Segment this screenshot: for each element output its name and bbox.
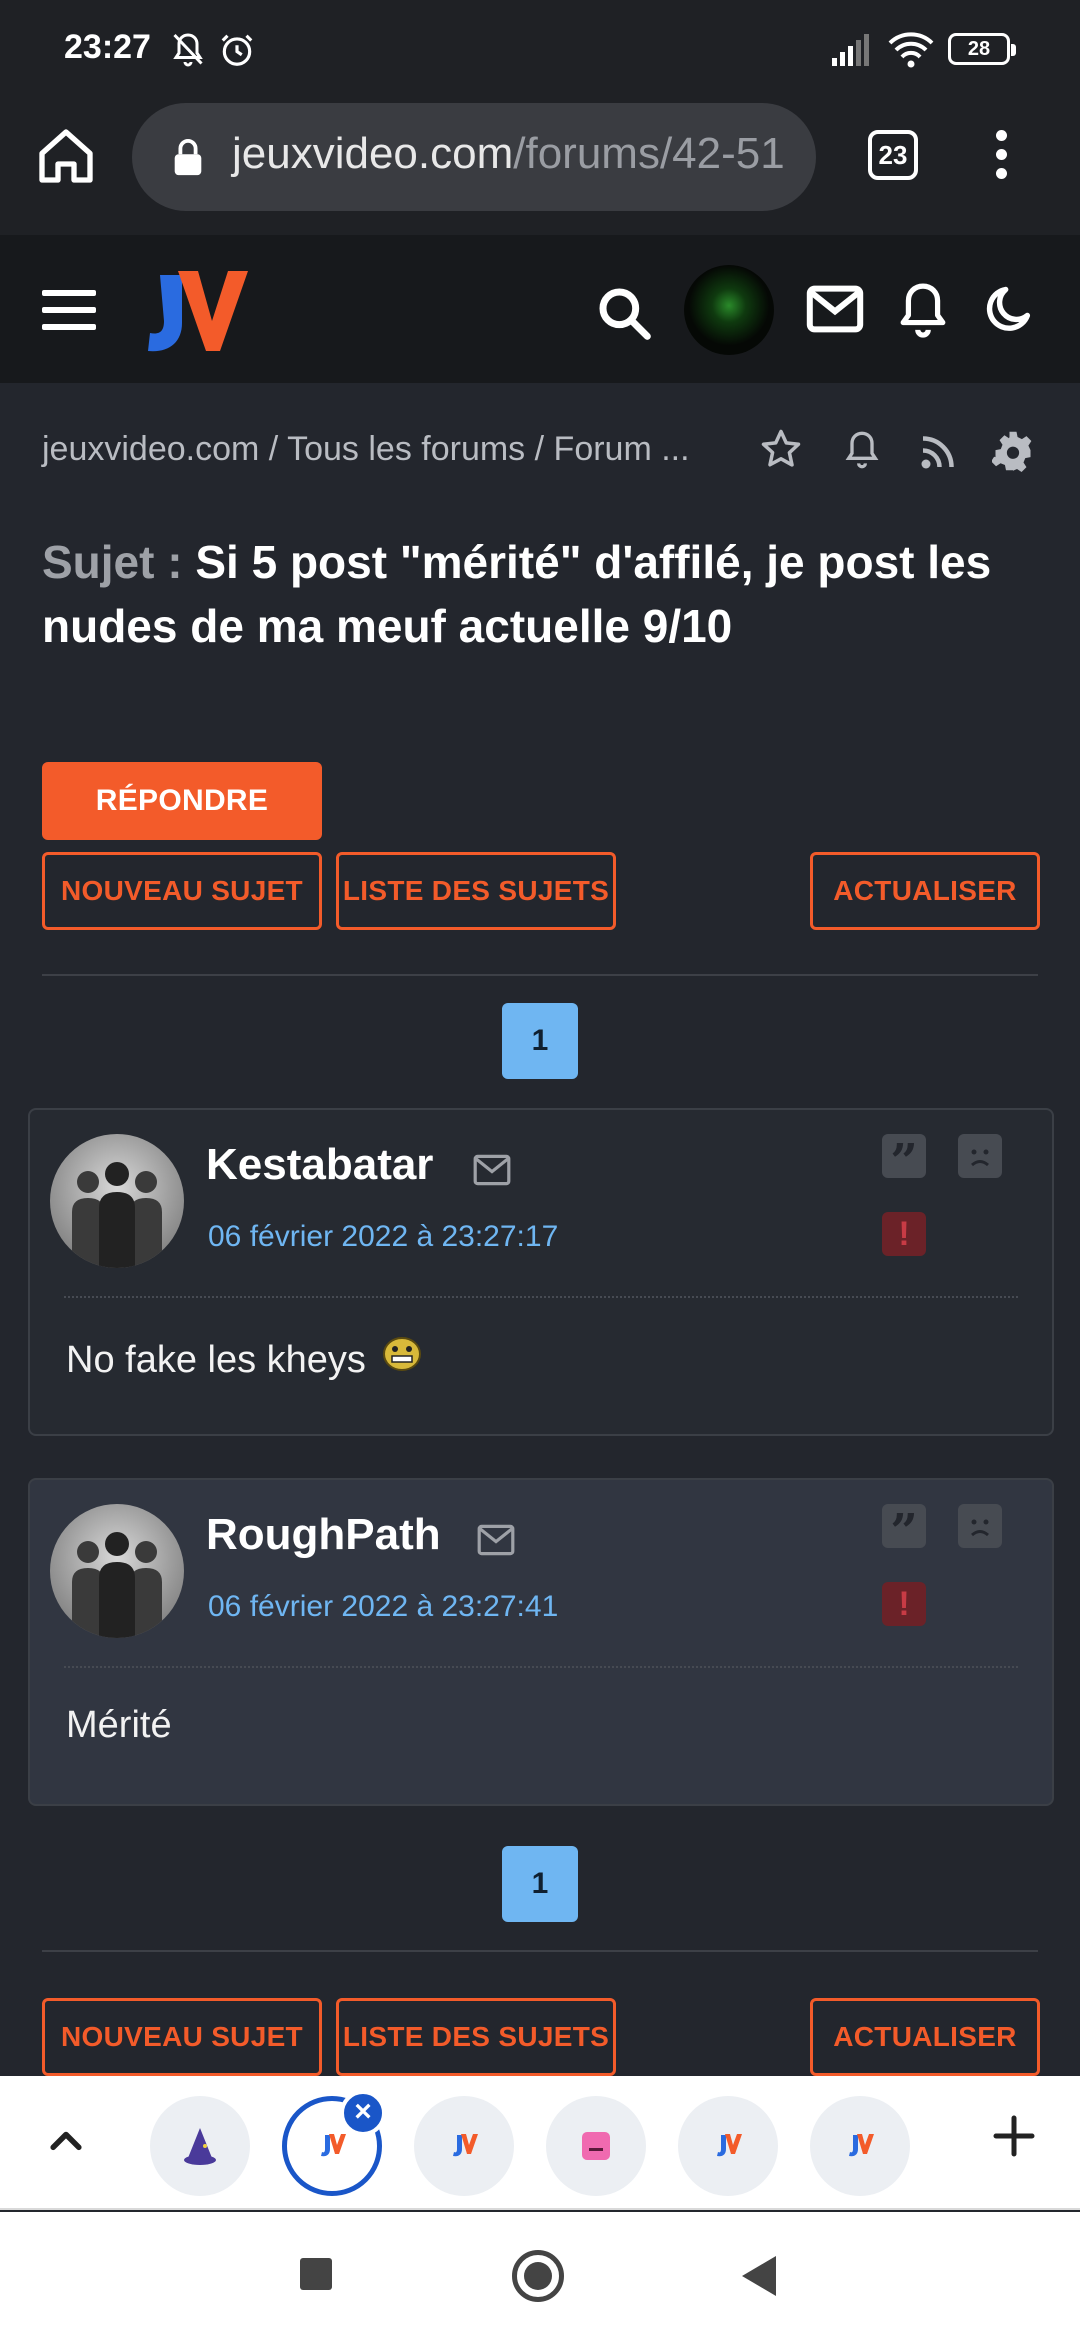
url-path: /forums/42-51 xyxy=(513,129,785,178)
status-time: 23:27 xyxy=(64,28,151,66)
post-separator xyxy=(64,1666,1018,1668)
post-separator xyxy=(64,1296,1018,1298)
post-body: Mérité xyxy=(66,1704,172,1747)
search-icon[interactable] xyxy=(596,285,652,341)
wifi-icon xyxy=(888,32,934,68)
tab-pink[interactable] xyxy=(546,2096,646,2196)
tab-jv[interactable] xyxy=(678,2096,778,2196)
new-tab-plus-icon[interactable] xyxy=(990,2112,1038,2160)
chevron-up-icon[interactable] xyxy=(44,2118,88,2162)
notifications-bell-icon[interactable] xyxy=(898,279,948,339)
breadcrumb-forum[interactable]: Forum ... xyxy=(554,430,690,468)
post-body: No fake les kheys xyxy=(66,1334,422,1382)
post-author[interactable]: Kestabatar xyxy=(206,1140,433,1190)
tab-jv[interactable] xyxy=(810,2096,910,2196)
tab-switcher-button[interactable]: 23 xyxy=(868,130,918,180)
back-button[interactable] xyxy=(742,2256,776,2296)
tab-wizard[interactable] xyxy=(150,2096,250,2196)
jv-logo[interactable] xyxy=(130,265,250,355)
silhouettes-image xyxy=(72,1162,162,1268)
report-icon[interactable]: ! xyxy=(882,1212,926,1256)
page-number-button[interactable]: 1 xyxy=(502,1846,578,1922)
jv-favicon-icon xyxy=(717,2134,742,2157)
post-avatar[interactable] xyxy=(50,1504,184,1638)
pink-favicon-icon xyxy=(582,2132,610,2160)
new-topic-button[interactable]: NOUVEAU SUJET xyxy=(42,1998,322,2076)
status-bar: 23:27 28 xyxy=(0,0,1080,100)
silhouettes-image xyxy=(72,1532,162,1638)
sad-face-icon[interactable] xyxy=(958,1504,1002,1548)
divider xyxy=(42,974,1038,976)
recent-apps-button[interactable] xyxy=(300,2258,332,2290)
breadcrumb-sep: / xyxy=(534,430,545,468)
post-date[interactable]: 06 février 2022 à 23:27:17 xyxy=(208,1220,558,1254)
hamburger-menu-icon[interactable] xyxy=(42,290,96,330)
refresh-button[interactable]: ACTUALISER xyxy=(810,1998,1040,2076)
site-header xyxy=(0,235,1080,383)
alarm-icon xyxy=(221,34,253,66)
new-topic-button[interactable]: NOUVEAU SUJET xyxy=(42,852,322,930)
smiley-sticker-icon xyxy=(383,1337,422,1371)
divider xyxy=(42,1950,1038,1952)
more-menu-icon[interactable] xyxy=(988,130,1014,182)
topic-list-button[interactable]: LISTE DES SUJETS xyxy=(336,852,616,930)
breadcrumb: jeuxvideo.com / Tous les forums / Forum … xyxy=(42,430,690,469)
lock-icon xyxy=(174,139,202,176)
jv-favicon-icon xyxy=(453,2134,478,2157)
user-avatar[interactable] xyxy=(684,265,774,355)
system-navigation-bar xyxy=(0,2212,1080,2340)
private-message-icon[interactable] xyxy=(472,1154,512,1186)
topic-list-button[interactable]: LISTE DES SUJETS xyxy=(336,1998,616,2076)
home-icon[interactable] xyxy=(34,124,98,188)
close-tab-icon[interactable]: × xyxy=(340,2090,386,2136)
bell-icon[interactable] xyxy=(842,428,882,472)
star-icon[interactable] xyxy=(760,428,802,470)
page-number-button[interactable]: 1 xyxy=(502,1003,578,1079)
post-date[interactable]: 06 février 2022 à 23:27:41 xyxy=(208,1590,558,1624)
wizard-favicon-icon xyxy=(184,2128,216,2165)
dark-mode-moon-icon[interactable] xyxy=(984,281,1036,337)
breadcrumb-home[interactable]: jeuxvideo.com xyxy=(42,430,259,468)
quote-icon[interactable]: ” xyxy=(882,1504,926,1560)
signal-icon xyxy=(832,34,869,66)
bell-off-icon xyxy=(173,33,203,67)
url-bar[interactable]: jeuxvideo.com/forums/42-51 xyxy=(132,103,816,211)
tab-strip: × xyxy=(0,2076,1080,2210)
topic-prefix: Sujet : xyxy=(42,536,183,588)
home-button[interactable] xyxy=(512,2250,564,2302)
post-text: No fake les kheys xyxy=(66,1339,366,1381)
refresh-button[interactable]: ACTUALISER xyxy=(810,852,1040,930)
gear-icon[interactable] xyxy=(992,430,1034,472)
url-text: jeuxvideo.com/forums/42-51 xyxy=(232,129,785,179)
breadcrumb-sep: / xyxy=(268,430,279,468)
post-author[interactable]: RoughPath xyxy=(206,1510,441,1560)
post-text: Mérité xyxy=(66,1704,172,1746)
breadcrumb-all-forums[interactable]: Tous les forums xyxy=(287,430,525,468)
forum-post: Kestabatar 06 février 2022 à 23:27:17 ” … xyxy=(28,1108,1054,1436)
reply-button[interactable]: RÉPONDRE xyxy=(42,762,322,840)
browser-toolbar: jeuxvideo.com/forums/42-51 23 xyxy=(0,100,1080,235)
post-avatar[interactable] xyxy=(50,1134,184,1268)
report-icon[interactable]: ! xyxy=(882,1582,926,1626)
jv-favicon-icon xyxy=(849,2134,874,2157)
battery-icon: 28 xyxy=(948,33,1016,65)
url-domain: jeuxvideo.com xyxy=(232,129,514,178)
topic-title: Sujet : Si 5 post "mérité" d'affilé, je … xyxy=(42,530,1042,658)
tab-jv[interactable] xyxy=(414,2096,514,2196)
forum-post: RoughPath 06 février 2022 à 23:27:41 ” !… xyxy=(28,1478,1054,1806)
private-message-icon[interactable] xyxy=(476,1524,516,1556)
rss-icon[interactable] xyxy=(920,434,956,470)
topic-title-text: Si 5 post "mérité" d'affilé, je post les… xyxy=(42,536,992,652)
mail-icon[interactable] xyxy=(806,285,864,333)
sad-face-icon[interactable] xyxy=(958,1134,1002,1178)
quote-icon[interactable]: ” xyxy=(882,1134,926,1190)
